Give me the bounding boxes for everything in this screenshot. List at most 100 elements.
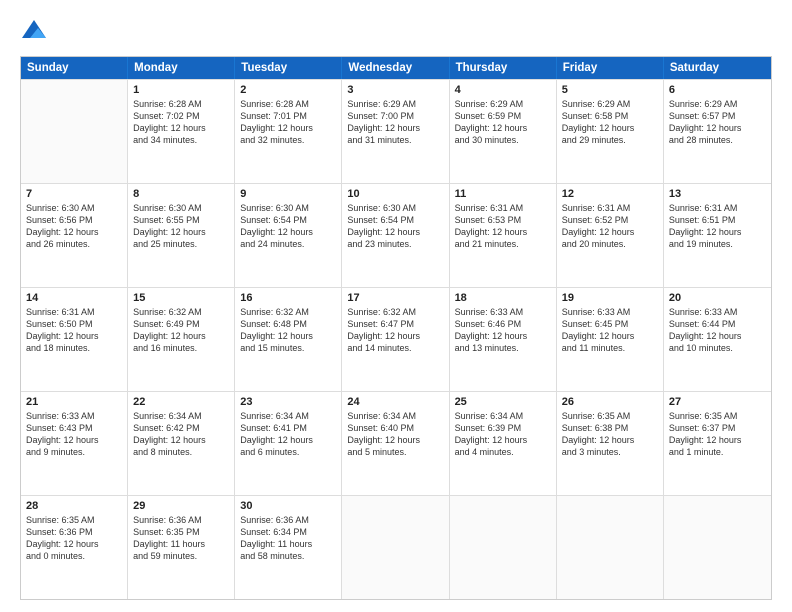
day-info: Sunrise: 6:34 AM Sunset: 6:39 PM Dayligh… — [455, 410, 551, 459]
day-info: Sunrise: 6:30 AM Sunset: 6:54 PM Dayligh… — [240, 202, 336, 251]
day-info: Sunrise: 6:36 AM Sunset: 6:35 PM Dayligh… — [133, 514, 229, 563]
day-number: 9 — [240, 188, 336, 200]
calendar-cell: 22Sunrise: 6:34 AM Sunset: 6:42 PM Dayli… — [128, 392, 235, 495]
day-number: 28 — [26, 500, 122, 512]
day-info: Sunrise: 6:28 AM Sunset: 7:02 PM Dayligh… — [133, 98, 229, 147]
day-info: Sunrise: 6:31 AM Sunset: 6:52 PM Dayligh… — [562, 202, 658, 251]
day-info: Sunrise: 6:32 AM Sunset: 6:48 PM Dayligh… — [240, 306, 336, 355]
calendar-cell: 19 Sunrise: 6:33 AM Sunset: 6:45 PM Dayli… — [557, 288, 664, 391]
day-number: 13 — [669, 188, 766, 200]
calendar-cell: 14 Sunrise: 6:31 AM Sunset: 6:50 PM Dayli… — [21, 288, 128, 391]
day-number: 18 — [455, 292, 551, 304]
calendar-cell — [21, 80, 128, 183]
day-info: Sunrise: 6:29 AM Sunset: 6:58 PM Dayligh… — [562, 98, 658, 147]
day-info: Sunrise: 6:30 AM Sunset: 6:54 PM Dayligh… — [347, 202, 443, 251]
day-number: 25 — [455, 396, 551, 408]
calendar-header-day: Sunday — [21, 57, 128, 79]
day-info: Sunrise: 6:34 AM Sunset: 6:40 PM Dayligh… — [347, 410, 443, 459]
calendar-cell: 6 Sunrise: 6:29 AM Sunset: 6:57 PM Daylig… — [664, 80, 771, 183]
day-number: 21 — [26, 396, 122, 408]
day-number: 16 — [240, 292, 336, 304]
logo — [20, 18, 52, 46]
day-number: 1 — [133, 84, 229, 96]
calendar-cell: 23 Sunrise: 6:34 AM Sunset: 6:41 PM Dayli… — [235, 392, 342, 495]
day-info: Sunrise: 6:33 AM Sunset: 6:44 PM Dayligh… — [669, 306, 766, 355]
calendar-cell: 16 Sunrise: 6:32 AM Sunset: 6:48 PM Dayli… — [235, 288, 342, 391]
calendar-cell: 20 Sunrise: 6:33 AM Sunset: 6:44 PM Dayli… — [664, 288, 771, 391]
calendar-cell: 25 Sunrise: 6:34 AM Sunset: 6:39 PM Dayli… — [450, 392, 557, 495]
calendar-header-day: Monday — [128, 57, 235, 79]
calendar-header-day: Saturday — [664, 57, 771, 79]
calendar-row: 7Sunrise: 6:30 AM Sunset: 6:56 PM Daylig… — [21, 183, 771, 287]
day-number: 17 — [347, 292, 443, 304]
day-info: Sunrise: 6:29 AM Sunset: 7:00 PM Dayligh… — [347, 98, 443, 147]
day-info: Sunrise: 6:33 AM Sunset: 6:46 PM Dayligh… — [455, 306, 551, 355]
day-info: Sunrise: 6:32 AM Sunset: 6:49 PM Dayligh… — [133, 306, 229, 355]
day-info: Sunrise: 6:35 AM Sunset: 6:36 PM Dayligh… — [26, 514, 122, 563]
calendar-cell: 13 Sunrise: 6:31 AM Sunset: 6:51 PM Dayli… — [664, 184, 771, 287]
day-info: Sunrise: 6:30 AM Sunset: 6:55 PM Dayligh… — [133, 202, 229, 251]
day-number: 24 — [347, 396, 443, 408]
calendar-row: 14 Sunrise: 6:31 AM Sunset: 6:50 PM Dayli… — [21, 287, 771, 391]
calendar-header-day: Friday — [557, 57, 664, 79]
day-info: Sunrise: 6:36 AM Sunset: 6:34 PM Dayligh… — [240, 514, 336, 563]
calendar-body: 1 Sunrise: 6:28 AM Sunset: 7:02 PM Daylig… — [21, 79, 771, 599]
calendar-cell: 21 Sunrise: 6:33 AM Sunset: 6:43 PM Dayli… — [21, 392, 128, 495]
day-info: Sunrise: 6:32 AM Sunset: 6:47 PM Dayligh… — [347, 306, 443, 355]
day-number: 26 — [562, 396, 658, 408]
header — [20, 18, 772, 46]
day-info: Sunrise: 6:34 AM Sunset: 6:42 PM Dayligh… — [133, 410, 229, 459]
day-number: 27 — [669, 396, 766, 408]
calendar-cell: 15 Sunrise: 6:32 AM Sunset: 6:49 PM Dayli… — [128, 288, 235, 391]
day-info: Sunrise: 6:34 AM Sunset: 6:41 PM Dayligh… — [240, 410, 336, 459]
day-info: Sunrise: 6:31 AM Sunset: 6:51 PM Dayligh… — [669, 202, 766, 251]
day-number: 2 — [240, 84, 336, 96]
day-number: 8 — [133, 188, 229, 200]
calendar-header-day: Wednesday — [342, 57, 449, 79]
calendar-cell: 2Sunrise: 6:28 AM Sunset: 7:01 PM Daylig… — [235, 80, 342, 183]
day-number: 7 — [26, 188, 122, 200]
day-number: 20 — [669, 292, 766, 304]
calendar-cell: 4 Sunrise: 6:29 AM Sunset: 6:59 PM Daylig… — [450, 80, 557, 183]
calendar-header: SundayMondayTuesdayWednesdayThursdayFrid… — [21, 57, 771, 79]
calendar-cell: 11 Sunrise: 6:31 AM Sunset: 6:53 PM Dayli… — [450, 184, 557, 287]
day-number: 15 — [133, 292, 229, 304]
day-info: Sunrise: 6:31 AM Sunset: 6:53 PM Dayligh… — [455, 202, 551, 251]
day-number: 23 — [240, 396, 336, 408]
day-info: Sunrise: 6:35 AM Sunset: 6:37 PM Dayligh… — [669, 410, 766, 459]
day-info: Sunrise: 6:31 AM Sunset: 6:50 PM Dayligh… — [26, 306, 122, 355]
day-number: 10 — [347, 188, 443, 200]
calendar-cell — [342, 496, 449, 599]
day-info: Sunrise: 6:29 AM Sunset: 6:57 PM Dayligh… — [669, 98, 766, 147]
day-number: 6 — [669, 84, 766, 96]
calendar-cell: 1 Sunrise: 6:28 AM Sunset: 7:02 PM Daylig… — [128, 80, 235, 183]
day-info: Sunrise: 6:29 AM Sunset: 6:59 PM Dayligh… — [455, 98, 551, 147]
calendar-cell: 8 Sunrise: 6:30 AM Sunset: 6:55 PM Daylig… — [128, 184, 235, 287]
day-number: 30 — [240, 500, 336, 512]
calendar-cell: 3 Sunrise: 6:29 AM Sunset: 7:00 PM Daylig… — [342, 80, 449, 183]
calendar-row: 21 Sunrise: 6:33 AM Sunset: 6:43 PM Dayli… — [21, 391, 771, 495]
calendar-header-day: Thursday — [450, 57, 557, 79]
calendar-cell — [450, 496, 557, 599]
day-number: 4 — [455, 84, 551, 96]
day-number: 19 — [562, 292, 658, 304]
calendar-row: 28 Sunrise: 6:35 AM Sunset: 6:36 PM Dayli… — [21, 495, 771, 599]
calendar-cell: 9 Sunrise: 6:30 AM Sunset: 6:54 PM Daylig… — [235, 184, 342, 287]
day-number: 12 — [562, 188, 658, 200]
day-number: 3 — [347, 84, 443, 96]
day-number: 14 — [26, 292, 122, 304]
day-info: Sunrise: 6:33 AM Sunset: 6:43 PM Dayligh… — [26, 410, 122, 459]
calendar-cell: 18 Sunrise: 6:33 AM Sunset: 6:46 PM Dayli… — [450, 288, 557, 391]
calendar-cell: 29 Sunrise: 6:36 AM Sunset: 6:35 PM Dayli… — [128, 496, 235, 599]
calendar-cell: 7Sunrise: 6:30 AM Sunset: 6:56 PM Daylig… — [21, 184, 128, 287]
calendar-cell: 10 Sunrise: 6:30 AM Sunset: 6:54 PM Dayli… — [342, 184, 449, 287]
day-info: Sunrise: 6:33 AM Sunset: 6:45 PM Dayligh… — [562, 306, 658, 355]
calendar-cell — [664, 496, 771, 599]
day-number: 11 — [455, 188, 551, 200]
calendar-cell — [557, 496, 664, 599]
calendar-cell: 26Sunrise: 6:35 AM Sunset: 6:38 PM Dayli… — [557, 392, 664, 495]
day-number: 29 — [133, 500, 229, 512]
calendar-cell: 12 Sunrise: 6:31 AM Sunset: 6:52 PM Dayli… — [557, 184, 664, 287]
calendar-row: 1 Sunrise: 6:28 AM Sunset: 7:02 PM Daylig… — [21, 79, 771, 183]
day-number: 5 — [562, 84, 658, 96]
